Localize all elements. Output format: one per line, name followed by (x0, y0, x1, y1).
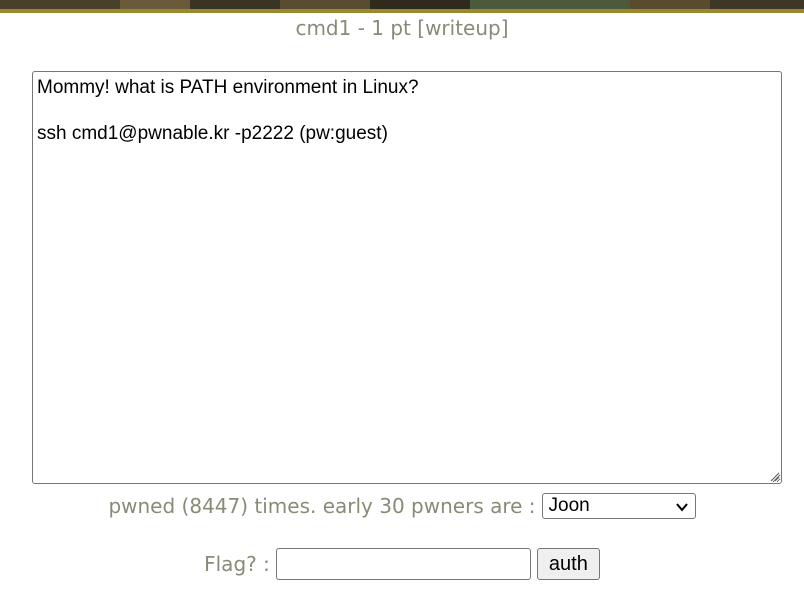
flag-form: Flag? : auth (0, 547, 804, 581)
pwned-count-text: pwned (8447) times. early 30 pwners are … (108, 494, 536, 518)
resize-grip-icon[interactable] (768, 470, 780, 482)
challenge-title[interactable]: cmd1 - 1 pt [writeup] (0, 16, 804, 40)
flag-label: Flag? : (204, 552, 270, 576)
flag-input[interactable] (275, 548, 531, 580)
pwned-stats-row: pwned (8447) times. early 30 pwners are … (0, 492, 804, 520)
chevron-down-icon (675, 503, 688, 512)
top-banner-image (0, 0, 804, 13)
early-pwners-select[interactable]: Joon (541, 493, 696, 519)
challenge-description[interactable]: Mommy! what is PATH environment in Linux… (32, 71, 782, 484)
auth-button[interactable]: auth (536, 548, 600, 580)
early-pwners-selected: Joon (548, 495, 590, 516)
